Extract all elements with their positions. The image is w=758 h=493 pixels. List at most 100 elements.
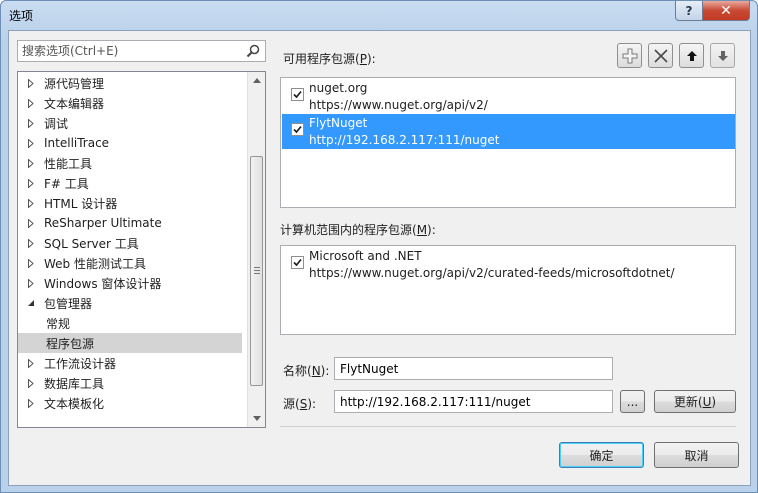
machine-sources-label: 计算机范围内的程序包源(M): — [280, 221, 436, 238]
window-title: 选项 — [9, 9, 34, 23]
tree-item[interactable]: Windows 窗体设计器 — [18, 273, 242, 293]
source-name: nuget.org — [309, 81, 368, 95]
tree-item-label: 文本编辑器 — [44, 96, 105, 111]
name-label: 名称(N): — [283, 362, 329, 379]
expand-arrow-icon[interactable] — [26, 78, 36, 88]
tree-item-label: HTML 设计器 — [44, 196, 118, 211]
tree-item[interactable]: Web 性能测试工具 — [18, 253, 242, 273]
search-icon[interactable] — [245, 43, 261, 59]
expand-arrow-icon[interactable] — [26, 258, 36, 268]
tree-item-label: Windows 窗体设计器 — [44, 276, 162, 291]
available-sources-label: 可用程序包源(P): — [283, 50, 376, 67]
cancel-button[interactable]: 取消 — [654, 442, 739, 468]
update-button[interactable]: 更新(U) — [654, 390, 736, 413]
expand-arrow-icon[interactable] — [26, 238, 36, 248]
source-item[interactable]: Microsoft and .NET https://www.nuget.org/… — [282, 247, 735, 282]
tree-item[interactable]: 源代码管理 — [18, 73, 242, 93]
name-label-end: ): — [320, 364, 330, 378]
machine-sources-list[interactable]: Microsoft and .NET https://www.nuget.org/… — [280, 245, 736, 335]
tree-item[interactable]: 程序包源 — [18, 333, 242, 353]
update-label-text: 更新( — [673, 395, 703, 409]
expand-arrow-icon[interactable] — [26, 378, 36, 388]
name-accesskey: N — [311, 364, 321, 378]
tree-item[interactable]: 常规 — [18, 313, 242, 333]
expand-arrow-icon[interactable] — [26, 358, 36, 368]
scroll-thumb[interactable] — [250, 156, 263, 386]
source-label-text: 源( — [283, 397, 300, 411]
cancel-button-label: 取消 — [684, 448, 709, 463]
source-label: 源(S): — [283, 395, 316, 412]
search-box — [17, 40, 266, 62]
expand-arrow-icon[interactable] — [26, 198, 36, 208]
tree-item[interactable]: 包管理器 — [18, 293, 242, 313]
checkmark-icon — [293, 90, 302, 99]
add-source-button[interactable] — [617, 43, 642, 68]
available-sources-label-text: 可用程序包源( — [283, 52, 360, 66]
expand-arrow-icon[interactable] — [26, 278, 36, 288]
tree-item-label: 包管理器 — [44, 296, 93, 311]
tree-item[interactable]: ReSharper Ultimate — [18, 213, 242, 233]
ok-button[interactable]: 确定 — [559, 442, 644, 468]
checkmark-icon — [293, 258, 302, 267]
tree-item-label: 文本模板化 — [44, 396, 105, 411]
search-input[interactable] — [18, 41, 238, 61]
expand-arrow-icon[interactable] — [26, 118, 36, 128]
collapse-arrow-icon[interactable] — [26, 298, 36, 308]
tree-item-label: ReSharper Ultimate — [44, 216, 162, 230]
source-checkbox[interactable] — [291, 88, 304, 101]
help-button[interactable]: ? — [675, 1, 703, 21]
tree-item[interactable]: F# 工具 — [18, 173, 242, 193]
tree-item[interactable]: 性能工具 — [18, 153, 242, 173]
tree-scrollbar[interactable] — [247, 72, 265, 427]
source-name: FlytNuget — [309, 116, 368, 130]
tree-item-label: 工作流设计器 — [44, 356, 117, 371]
available-sources-accesskey: P — [359, 52, 367, 66]
scroll-up-arrow-icon[interactable] — [248, 72, 265, 89]
tree-item-label: 数据库工具 — [44, 376, 105, 391]
source-checkbox[interactable] — [291, 256, 304, 269]
machine-sources-label-text: 计算机范围内的程序包源( — [280, 223, 417, 237]
move-down-button[interactable] — [710, 43, 735, 68]
expand-arrow-icon[interactable] — [26, 218, 36, 228]
title-bar[interactable]: 选项 ? ✕ — [1, 1, 757, 29]
expand-arrow-icon[interactable] — [26, 158, 36, 168]
expand-arrow-icon[interactable] — [26, 138, 36, 148]
name-label-text: 名称( — [283, 364, 312, 378]
tree-item[interactable]: 调试 — [18, 113, 242, 133]
expand-arrow-icon[interactable] — [26, 178, 36, 188]
tree-item[interactable]: SQL Server 工具 — [18, 233, 242, 253]
source-field[interactable] — [334, 390, 613, 413]
options-tree[interactable]: 源代码管理文本编辑器调试 IntelliTrace 性能工具 F# 工具 HTML 设计… — [17, 71, 266, 428]
tree-item[interactable]: HTML 设计器 — [18, 193, 242, 213]
expand-arrow-icon[interactable] — [26, 398, 36, 408]
source-item[interactable]: FlytNuget http://192.168.2.117:111/nuget — [282, 114, 735, 149]
browse-button-label: ... — [626, 394, 639, 409]
move-up-button[interactable] — [679, 43, 704, 68]
close-button[interactable]: ✕ — [702, 1, 750, 21]
x-icon — [653, 48, 668, 63]
remove-source-button[interactable] — [648, 43, 673, 68]
tree-item-label: 调试 — [44, 116, 69, 131]
source-checkbox[interactable] — [291, 123, 304, 136]
source-url: https://www.nuget.org/api/v2/curated-fee… — [309, 266, 675, 280]
tree-item[interactable]: 文本模板化 — [18, 393, 242, 413]
checkmark-icon — [293, 125, 302, 134]
tree-item-label: IntelliTrace — [44, 136, 110, 150]
browse-button[interactable]: ... — [620, 390, 645, 413]
update-label-end: ) — [711, 394, 717, 409]
source-url: http://192.168.2.117:111/nuget — [309, 133, 500, 147]
tree-item[interactable]: 文本编辑器 — [18, 93, 242, 113]
tree-item[interactable]: 数据库工具 — [18, 373, 242, 393]
separator — [280, 426, 736, 427]
tree-item-label: 常规 — [46, 316, 71, 331]
dialog-body: 源代码管理文本编辑器调试 IntelliTrace 性能工具 F# 工具 HTML 设计… — [8, 30, 751, 486]
source-label-end: ): — [307, 397, 317, 411]
available-sources-label-end: ): — [366, 52, 376, 66]
name-field[interactable] — [334, 357, 613, 380]
available-sources-list[interactable]: nuget.org https://www.nuget.org/api/v2/Fl… — [280, 77, 736, 208]
tree-item[interactable]: 工作流设计器 — [18, 353, 242, 373]
tree-item[interactable]: IntelliTrace — [18, 133, 242, 153]
expand-arrow-icon[interactable] — [26, 98, 36, 108]
scroll-down-arrow-icon[interactable] — [248, 410, 265, 427]
source-item[interactable]: nuget.org https://www.nuget.org/api/v2/ — [282, 79, 735, 114]
